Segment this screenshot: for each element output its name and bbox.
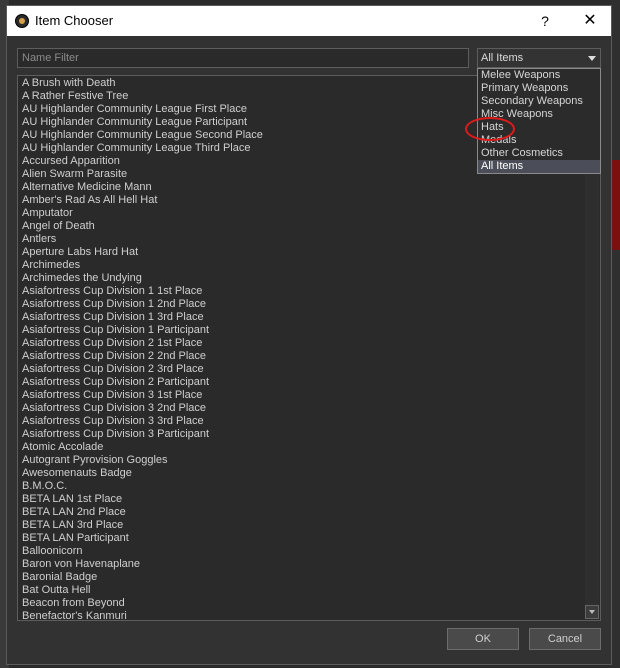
background-app-accent	[612, 160, 620, 250]
list-item[interactable]: Beacon from Beyond	[22, 597, 263, 610]
category-option-secondary-weapons[interactable]: Secondary Weapons	[478, 95, 600, 108]
list-item[interactable]: Asiafortress Cup Division 3 1st Place	[22, 389, 263, 402]
list-item[interactable]: Balloonicorn	[22, 545, 263, 558]
category-option-other-cosmetics[interactable]: Other Cosmetics	[478, 147, 600, 160]
list-item[interactable]: Antlers	[22, 233, 263, 246]
category-select-value: All Items	[481, 52, 524, 64]
list-item[interactable]: Awesomenauts Badge	[22, 467, 263, 480]
category-option-melee-weapons[interactable]: Melee Weapons	[478, 69, 600, 82]
list-item[interactable]: Asiafortress Cup Division 3 3rd Place	[22, 415, 263, 428]
list-item[interactable]: BETA LAN 3rd Place	[22, 519, 263, 532]
item-chooser-dialog: Item Chooser ? ✕ All Items A Brush with …	[6, 5, 612, 665]
close-button[interactable]: ✕	[569, 6, 611, 36]
list-item[interactable]: Atomic Accolade	[22, 441, 263, 454]
list-item[interactable]: Asiafortress Cup Division 2 1st Place	[22, 337, 263, 350]
scroll-down-arrow-icon[interactable]	[585, 605, 599, 619]
cancel-button[interactable]: Cancel	[529, 628, 601, 650]
ok-button[interactable]: OK	[447, 628, 519, 650]
app-icon	[15, 14, 29, 28]
list-item[interactable]: Asiafortress Cup Division 3 Participant	[22, 428, 263, 441]
category-option-all-items[interactable]: All Items	[478, 160, 600, 173]
list-item[interactable]: Archimedes the Undying	[22, 272, 263, 285]
list-item[interactable]: Aperture Labs Hard Hat	[22, 246, 263, 259]
list-item[interactable]: AU Highlander Community League Third Pla…	[22, 142, 263, 155]
category-option-primary-weapons[interactable]: Primary Weapons	[478, 82, 600, 95]
list-item[interactable]: Accursed Apparition	[22, 155, 263, 168]
list-item[interactable]: Asiafortress Cup Division 2 Participant	[22, 376, 263, 389]
list-item[interactable]: BETA LAN Participant	[22, 532, 263, 545]
chevron-down-icon	[588, 56, 596, 61]
list-item[interactable]: Asiafortress Cup Division 3 2nd Place	[22, 402, 263, 415]
item-list-items: A Brush with Death A Rather Festive Tree A…	[22, 77, 263, 620]
list-item[interactable]: Asiafortress Cup Division 1 2nd Place	[22, 298, 263, 311]
list-item[interactable]: AU Highlander Community League First Pla…	[22, 103, 263, 116]
list-item[interactable]: Asiafortress Cup Division 2 3rd Place	[22, 363, 263, 376]
list-item[interactable]: Baron von Havenaplane	[22, 558, 263, 571]
list-item[interactable]: Amber's Rad As All Hell Hat	[22, 194, 263, 207]
list-item[interactable]: Asiafortress Cup Division 2 2nd Place	[22, 350, 263, 363]
list-item[interactable]: AU Highlander Community League Participa…	[22, 116, 263, 129]
hats-highlight-annotation	[465, 117, 515, 141]
list-item[interactable]: Amputator	[22, 207, 263, 220]
help-button[interactable]: ?	[527, 6, 563, 36]
list-item[interactable]: Alternative Medicine Mann	[22, 181, 263, 194]
list-item[interactable]: B.M.O.C.	[22, 480, 263, 493]
background-app-right	[611, 0, 620, 668]
list-item[interactable]: Asiafortress Cup Division 1 3rd Place	[22, 311, 263, 324]
list-item[interactable]: Baronial Badge	[22, 571, 263, 584]
list-item[interactable]: Autogrant Pyrovision Goggles	[22, 454, 263, 467]
list-item[interactable]: Benefactor's Kanmuri	[22, 610, 263, 620]
list-item[interactable]: Archimedes	[22, 259, 263, 272]
window-title: Item Chooser	[35, 13, 114, 28]
category-select[interactable]: All Items	[477, 48, 601, 68]
name-filter-input[interactable]	[17, 48, 469, 68]
list-item[interactable]: BETA LAN 2nd Place	[22, 506, 263, 519]
list-item[interactable]: Asiafortress Cup Division 1 Participant	[22, 324, 263, 337]
list-item[interactable]: AU Highlander Community League Second Pl…	[22, 129, 263, 142]
list-item[interactable]: A Rather Festive Tree	[22, 90, 263, 103]
title-bar[interactable]: Item Chooser ? ✕	[7, 6, 611, 36]
list-item[interactable]: Alien Swarm Parasite	[22, 168, 263, 181]
list-item[interactable]: Bat Outta Hell	[22, 584, 263, 597]
list-item[interactable]: Asiafortress Cup Division 1 1st Place	[22, 285, 263, 298]
list-item[interactable]: Angel of Death	[22, 220, 263, 233]
list-item[interactable]: A Brush with Death	[22, 77, 263, 90]
list-item[interactable]: BETA LAN 1st Place	[22, 493, 263, 506]
